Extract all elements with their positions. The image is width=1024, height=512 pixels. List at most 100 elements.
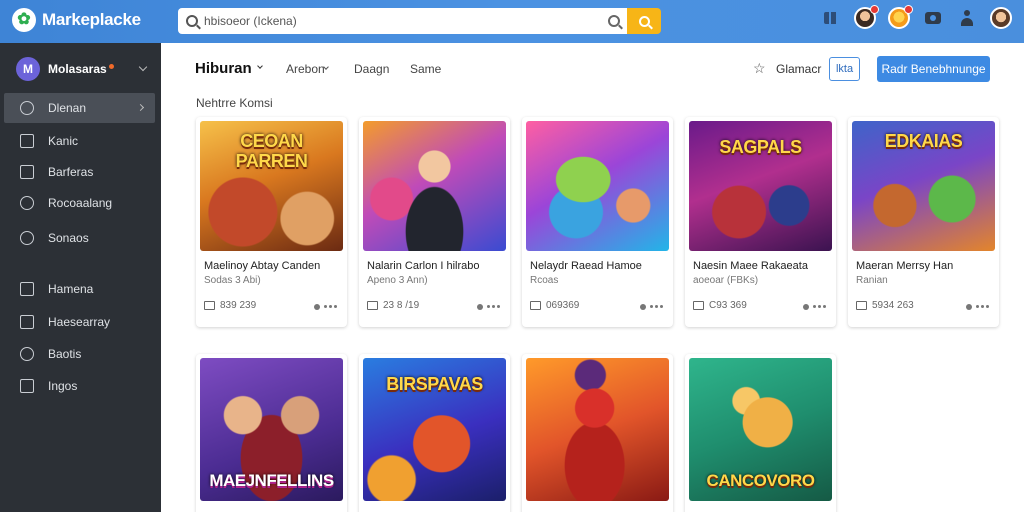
product-card[interactable]: EDKAIAS Maeran Merrsy Han Ranian 5934 26…	[848, 117, 999, 327]
product-subtitle: aoeoar (FBKs)	[693, 275, 759, 286]
product-title: Naesin Maee Rakaeata	[693, 260, 808, 272]
search-inline-icon[interactable]	[608, 15, 620, 27]
product-title: Maeran Merrsy Han	[856, 260, 954, 272]
product-thumbnail[interactable]: BIRSPAVAS	[363, 358, 506, 501]
rewards-icon[interactable]	[888, 5, 913, 29]
product-thumbnail[interactable]: CEOAN PARREN	[200, 121, 343, 251]
product-meta: 23 8 /19	[367, 300, 419, 311]
product-title: Maelinoy Abtay Canden	[204, 260, 321, 272]
profile-avatar[interactable]	[990, 7, 1012, 29]
camera-icon[interactable]	[922, 7, 944, 29]
thumbnail-title: CEOAN PARREN	[235, 131, 308, 171]
sidebar-item-label: Dlenan	[48, 101, 87, 115]
more-options-icon[interactable]	[314, 303, 337, 310]
more-options-icon[interactable]	[966, 303, 989, 310]
page-title[interactable]: Hiburan	[195, 60, 252, 77]
thumbnail-title: BIRSPAVAS	[386, 374, 483, 394]
product-thumbnail[interactable]: MAEJNFELLINS	[200, 358, 343, 501]
apps-grid-icon[interactable]	[820, 7, 842, 29]
app-logo[interactable]: ✿ Markeplacke	[12, 8, 141, 32]
image-icon	[856, 301, 867, 310]
product-title: Nelaydr Raead Hamoe	[530, 260, 642, 272]
product-meta: 069369	[530, 300, 579, 311]
sidebar-item-4[interactable]: Rocoaalang	[4, 188, 155, 218]
product-card[interactable]: Nelaydr Raead Hamoe Rcoas 069369	[522, 117, 673, 327]
sidebar-item-label: Rocoaalang	[48, 196, 113, 210]
target-icon	[20, 231, 34, 245]
search-icon	[186, 15, 198, 27]
sidebar-item-label: Barferas	[48, 165, 94, 179]
sidebar-item-label: Sonaos	[48, 231, 89, 245]
product-subtitle: Ranian	[856, 275, 888, 286]
sidebar-item-2[interactable]: Kanic	[4, 126, 155, 156]
favorite-label[interactable]: Glamacr	[776, 62, 821, 76]
main-content: Hiburan Arebon Daagn Same ☆ Glamacr lkta…	[161, 43, 1024, 512]
product-thumbnail[interactable]: EDKAIAS	[852, 121, 995, 251]
search-button[interactable]	[627, 8, 661, 34]
thumbnail-title: EDKAIAS	[884, 131, 963, 151]
notification-badge	[870, 5, 879, 14]
product-stat: 069369	[546, 300, 580, 311]
product-meta: 839 239	[204, 300, 256, 311]
account-avatar: M	[16, 57, 40, 81]
sidebar: M Molasaras Dlenan Kanic Barferas Rocoaa…	[0, 43, 161, 512]
sidebar-item-8[interactable]: Baotis	[4, 339, 155, 369]
product-meta: C93 369	[693, 300, 747, 311]
tag-icon	[20, 379, 34, 393]
sidebar-item-1[interactable]: Dlenan	[4, 93, 155, 123]
thumbnail-title: SAGPALS	[719, 137, 802, 157]
product-subtitle: Sodas 3 Abi)	[204, 275, 261, 286]
product-thumbnail[interactable]	[526, 121, 669, 251]
product-title: Nalarin Carlon I hilrabo	[367, 260, 480, 272]
notifications-avatar[interactable]	[854, 5, 879, 29]
product-thumbnail[interactable]	[363, 121, 506, 251]
star-icon[interactable]: ☆	[753, 61, 766, 75]
image-icon	[204, 301, 215, 310]
search-input[interactable]	[204, 14, 608, 28]
sidebar-item-label: Hamena	[48, 282, 94, 296]
primary-action-button[interactable]: Radr Benebhnunge	[877, 56, 990, 82]
tab-3[interactable]: Same	[410, 62, 441, 76]
top-icons	[820, 5, 1012, 29]
thumbnail-title: MAEJNFELLINS	[209, 471, 334, 490]
product-stat: 839 239	[220, 300, 257, 311]
account-switcher[interactable]: M Molasaras	[8, 54, 154, 84]
sidebar-item-9[interactable]: Ingos	[4, 371, 155, 401]
search-bar[interactable]	[178, 8, 628, 34]
sidebar-item-3[interactable]: Barferas	[4, 157, 155, 187]
product-card[interactable]: CANCOVORO	[685, 354, 836, 512]
sidebar-item-6[interactable]: Hamena	[4, 274, 155, 304]
tab-1[interactable]: Arebon	[286, 62, 325, 76]
sidebar-item-label: Haesearray	[48, 315, 111, 329]
product-thumbnail[interactable]: SAGPALS	[689, 121, 832, 251]
sidebar-item-7[interactable]: Haesearray	[4, 307, 155, 337]
home-icon	[20, 282, 34, 296]
account-name: Molasaras	[48, 62, 107, 76]
rewards-badge	[904, 5, 913, 14]
sidebar-item-5[interactable]: Sonaos	[4, 223, 155, 253]
image-icon	[367, 301, 378, 310]
product-thumbnail[interactable]: CANCOVORO	[689, 358, 832, 501]
product-stat: C93 369	[709, 300, 747, 311]
product-meta: 5934 263	[856, 300, 914, 311]
status-dot	[108, 63, 114, 69]
more-options-icon[interactable]	[477, 303, 500, 310]
more-options-icon[interactable]	[640, 303, 663, 310]
filter-button[interactable]: lkta	[829, 57, 860, 81]
product-card[interactable]: SAGPALS Naesin Maee Rakaeata aoeoar (FBK…	[685, 117, 836, 327]
product-thumbnail[interactable]	[526, 358, 669, 501]
book-icon	[20, 134, 34, 148]
thumbnail-title: CANCOVORO	[706, 471, 815, 490]
product-card[interactable]: Nalarin Carlon I hilrabo Apeno 3 Ann) 23…	[359, 117, 510, 327]
user-icon[interactable]	[956, 7, 978, 29]
tab-2[interactable]: Daagn	[354, 62, 389, 76]
product-card[interactable]: BIRSPAVAS	[359, 354, 510, 512]
product-subtitle: Apeno 3 Ann)	[367, 275, 428, 286]
more-options-icon[interactable]	[803, 303, 826, 310]
product-card[interactable]: MAEJNFELLINS	[196, 354, 347, 512]
chevron-down-icon	[138, 62, 148, 72]
product-card[interactable]	[522, 354, 673, 512]
product-card[interactable]: CEOAN PARREN Maelinoy Abtay Canden Sodas…	[196, 117, 347, 327]
circle-icon	[20, 101, 34, 115]
product-subtitle: Rcoas	[530, 275, 559, 286]
